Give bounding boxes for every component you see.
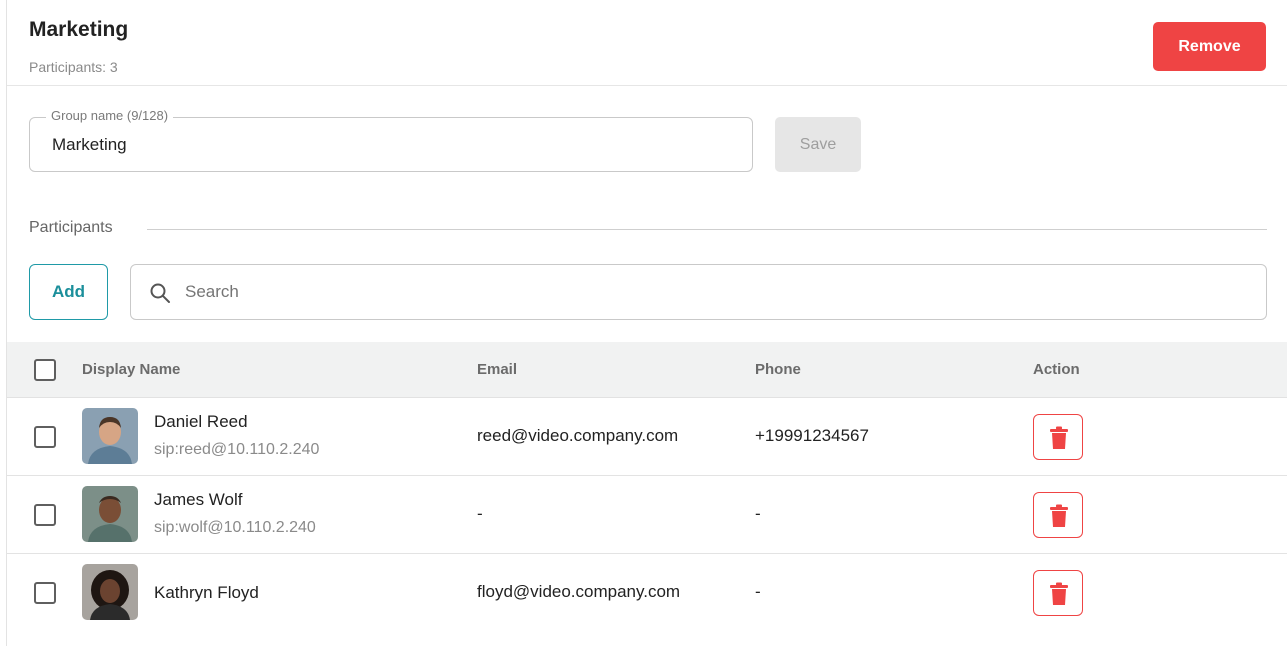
table-row: Daniel Reed sip:reed@10.110.2.240 reed@v… <box>7 398 1287 476</box>
add-participant-button[interactable]: Add <box>29 264 108 320</box>
participant-name: Daniel Reed <box>154 412 248 431</box>
participant-email: reed@video.company.com <box>477 426 679 445</box>
participant-phone: +19991234567 <box>755 426 869 445</box>
trash-icon <box>1050 582 1068 605</box>
group-name-label: Group name (9/128) <box>46 108 174 123</box>
participant-sip: sip:reed@10.110.2.240 <box>154 441 320 458</box>
participant-name: James Wolf <box>154 490 243 509</box>
participant-phone: - <box>755 582 761 601</box>
search-box[interactable] <box>130 264 1267 320</box>
delete-participant-button[interactable] <box>1033 570 1083 616</box>
save-button[interactable]: Save <box>775 117 861 172</box>
avatar <box>82 564 138 620</box>
delete-participant-button[interactable] <box>1033 414 1083 460</box>
column-email[interactable]: Email <box>477 361 517 378</box>
participant-email: floyd@video.company.com <box>477 582 681 601</box>
group-name-input[interactable] <box>52 135 732 155</box>
search-input[interactable] <box>185 282 1245 302</box>
row-checkbox[interactable] <box>34 504 56 526</box>
column-phone[interactable]: Phone <box>755 361 801 378</box>
column-action: Action <box>1033 361 1080 378</box>
group-header: Marketing Participants: 3 Remove <box>7 0 1287 86</box>
participants-section-title: Participants <box>29 219 113 236</box>
group-title: Marketing <box>29 18 129 41</box>
participant-phone: - <box>755 504 761 523</box>
trash-icon <box>1050 504 1068 527</box>
avatar <box>82 486 138 542</box>
table-row: James Wolf sip:wolf@10.110.2.240 - - <box>7 476 1287 554</box>
participant-email: - <box>477 504 483 523</box>
participant-name: Kathryn Floyd <box>154 583 259 602</box>
group-name-field[interactable]: Group name (9/128) <box>29 108 753 172</box>
avatar <box>82 408 138 464</box>
row-checkbox[interactable] <box>34 582 56 604</box>
remove-group-button[interactable]: Remove <box>1153 22 1266 71</box>
participants-count: Participants: 3 <box>29 59 118 75</box>
section-divider <box>147 229 1267 230</box>
table-row: Kathryn Floyd floyd@video.company.com - <box>7 554 1287 632</box>
table-header: Display Name Email Phone Action <box>7 342 1287 398</box>
participant-sip: sip:wolf@10.110.2.240 <box>154 519 316 536</box>
select-all-checkbox[interactable] <box>34 359 56 381</box>
search-icon <box>150 283 170 303</box>
trash-icon <box>1050 426 1068 449</box>
column-display-name[interactable]: Display Name <box>82 361 180 378</box>
row-checkbox[interactable] <box>34 426 56 448</box>
delete-participant-button[interactable] <box>1033 492 1083 538</box>
